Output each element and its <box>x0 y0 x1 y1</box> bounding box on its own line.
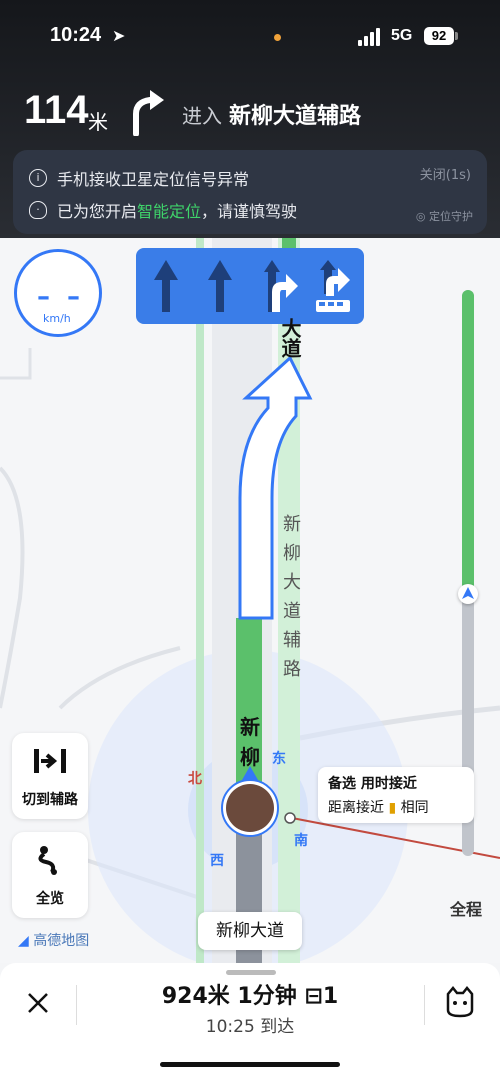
route-progress-fill <box>462 290 474 590</box>
switch-road-icon <box>34 749 66 773</box>
location-guard-link[interactable]: ◎ 定位守护 <box>416 208 473 224</box>
location-arrow-icon: ➤ <box>112 26 126 45</box>
progress-position-icon <box>458 584 478 604</box>
alert-detail-prefix: 已为您开启 <box>57 202 138 221</box>
speed-unit: km/h <box>43 312 71 325</box>
road-label-top: 大道 <box>278 318 302 358</box>
network-type: 5G <box>391 27 413 44</box>
distance-unit: 米 <box>88 110 108 134</box>
status-time: 10:24 <box>50 24 102 46</box>
alternative-route-callout[interactable]: 备选 用时接近 距离接近 ▮ 相同 <box>318 767 474 823</box>
amap-logo: ◢ 高德地图 <box>18 930 89 950</box>
callout-detail-suffix: 相同 <box>400 800 429 816</box>
home-indicator <box>160 1062 340 1067</box>
amap-brand-text: 高德地图 <box>33 933 90 949</box>
signal-icon <box>358 28 384 46</box>
compass-south: 南 <box>294 833 308 849</box>
traffic-light-icon: ▮ <box>388 800 397 816</box>
switch-to-aux-road-button[interactable]: 切到辅路 <box>12 733 88 819</box>
pin-icon: ◎ <box>415 210 426 223</box>
voice-assistant-icon[interactable] <box>444 986 476 1018</box>
drag-handle[interactable] <box>226 970 276 975</box>
remaining-distance-time: 924米 1分钟 <box>161 984 297 1009</box>
side-road-char: 辅 <box>283 630 301 651</box>
smart-location-highlight: 智能定位 <box>137 202 202 221</box>
switch-aux-label: 切到辅路 <box>22 792 78 808</box>
compass-east: 东 <box>272 751 286 767</box>
straight-arrow-icon <box>154 260 178 312</box>
alert-message: 手机接收卫星定位信号异常 <box>57 170 250 189</box>
side-road-char: 路 <box>283 659 301 680</box>
gps-alert-banner: i 手机接收卫星定位信号异常 · 已为您开启智能定位，请谨慎驾驶 关闭(1s) … <box>13 150 487 234</box>
lane-guidance-panel <box>136 248 364 324</box>
location-guard-label: 定位守护 <box>429 210 473 223</box>
overview-route-icon <box>38 846 57 875</box>
side-road-label: 新柳大道辅路 <box>281 510 303 684</box>
remaining-summary: 924米 1分钟 ⊟1 <box>0 978 500 1010</box>
compass-north: 北 <box>188 771 202 787</box>
side-road-char: 道 <box>283 601 301 622</box>
mic-indicator-dot <box>274 34 281 41</box>
speedometer: – – km/h <box>14 249 102 337</box>
lightbulb-icon: · <box>29 201 47 219</box>
turn-right-icon <box>133 90 164 136</box>
alert-detail-suffix: ，请谨慎驾驶 <box>201 202 298 221</box>
side-road-char: 大 <box>283 572 301 593</box>
speed-value: – – <box>37 282 85 312</box>
next-road-name: 新柳大道辅路 <box>229 104 362 129</box>
traffic-light-count: 1 <box>322 984 339 1009</box>
callout-title: 备选 用时接近 <box>328 776 417 792</box>
alert-close-button[interactable]: 关闭(1s) <box>420 164 471 183</box>
current-road-label: 新柳大道 <box>198 912 302 950</box>
overview-button[interactable]: 全览 <box>12 832 88 918</box>
right-turn-arrow-icon <box>264 260 298 312</box>
amap-logo-icon: ◢ <box>18 933 29 949</box>
next-maneuver-distance: 114 <box>24 88 89 132</box>
compass-west: 西 <box>210 853 224 869</box>
battery-icon: 92 <box>424 27 454 45</box>
alert-detail: 已为您开启智能定位，请谨慎驾驶 <box>57 198 297 222</box>
main-road-char: 新 <box>240 715 260 739</box>
traffic-light-icon: ⊟ <box>304 984 323 1009</box>
maneuver-action: 进入 <box>182 104 222 128</box>
side-road-char: 柳 <box>283 543 301 564</box>
callout-detail: 距离接近 ▮ 相同 <box>328 797 429 817</box>
main-road-label: 新柳 <box>238 712 262 772</box>
battery-tip <box>455 32 458 40</box>
side-road-char: 新 <box>283 514 301 535</box>
callout-detail-prefix: 距离接近 <box>328 800 384 816</box>
main-road-char: 柳 <box>240 745 260 769</box>
overview-label: 全览 <box>36 891 64 907</box>
divider-right <box>424 985 425 1025</box>
arrival-time: 10:25 到达 <box>205 1017 295 1037</box>
info-icon: i <box>29 169 47 187</box>
progress-label: 全程 <box>450 900 483 919</box>
straight-arrow-icon <box>208 260 232 312</box>
bus-lane-right-icon <box>316 260 350 312</box>
